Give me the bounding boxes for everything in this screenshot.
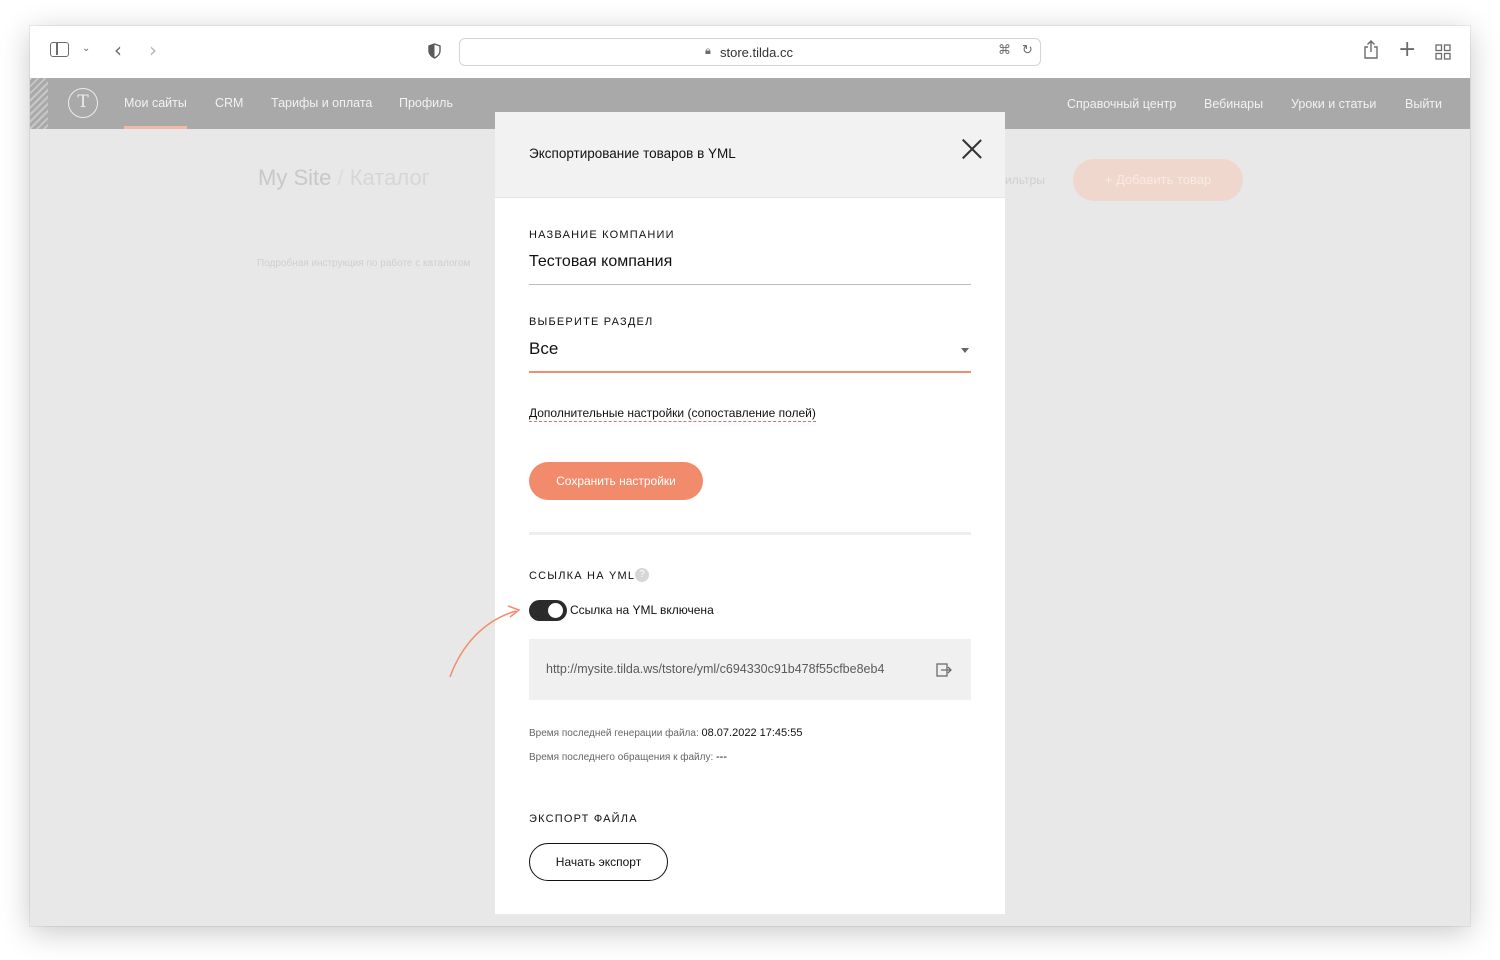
nav-item-tariffs[interactable]: Тарифы и оплата (271, 96, 372, 110)
browser-toolbar: ⌄ ‹ › 🔒︎ store.tilda.cc ⌘ ↻ + (30, 26, 1470, 78)
share-icon[interactable] (1363, 40, 1379, 60)
shield-icon[interactable] (428, 43, 441, 59)
nav-item-webinars[interactable]: Вебинары (1204, 97, 1263, 111)
section-select-underline (529, 371, 971, 373)
close-icon[interactable] (961, 138, 983, 160)
tab-overview-icon[interactable] (1435, 44, 1451, 60)
copy-icon[interactable] (935, 661, 953, 679)
nav-item-profile[interactable]: Профиль (399, 96, 453, 110)
last-access-value: --- (716, 751, 728, 763)
new-tab-icon[interactable]: + (1398, 37, 1416, 62)
company-name-label: НАЗВАНИЕ КОМПАНИИ (529, 229, 675, 241)
yml-link-toggle-label: Ссылка на YML включена (570, 603, 714, 617)
export-file-label: ЭКСПОРТ ФАЙЛА (529, 813, 638, 825)
reload-icon[interactable]: ↻ (1022, 43, 1033, 58)
add-product-button[interactable]: + Добавить товар (1073, 159, 1243, 201)
forward-icon[interactable]: › (149, 38, 157, 62)
yml-link-toggle[interactable] (529, 600, 567, 621)
modal-title: Экспортирование товаров в YML (529, 146, 736, 161)
translate-icon[interactable]: ⌘ (998, 43, 1011, 58)
address-bar[interactable]: 🔒︎ store.tilda.cc ⌘ ↻ (459, 38, 1041, 66)
nav-item-help-center[interactable]: Справочный центр (1067, 97, 1176, 111)
yml-url[interactable]: http://mysite.tilda.ws/tstore/yml/c69433… (546, 662, 884, 676)
address-url: store.tilda.cc (720, 45, 793, 60)
page-title: My Site / Каталог (258, 165, 430, 191)
tilda-logo-icon[interactable]: T (68, 88, 98, 118)
nav-item-lessons[interactable]: Уроки и статьи (1291, 97, 1376, 111)
last-access: Время последнего обращения к файлу: --- (529, 751, 727, 763)
lock-icon: 🔒︎ (705, 44, 711, 57)
last-access-label: Время последнего обращения к файлу: (529, 752, 714, 763)
nav-pattern (30, 78, 48, 129)
section-divider (529, 532, 971, 535)
last-generated-label: Время последней генерации файла: (529, 728, 699, 739)
page-title-page: Каталог (349, 165, 430, 190)
help-icon[interactable]: ? (635, 568, 649, 582)
section-label: ВЫБЕРИТЕ РАЗДЕЛ (529, 316, 654, 328)
sidebar-icon[interactable] (50, 42, 69, 57)
browser-window: ⌄ ‹ › 🔒︎ store.tilda.cc ⌘ ↻ + T Мои сайт… (30, 26, 1470, 926)
nav-item-logout[interactable]: Выйти (1405, 97, 1442, 111)
yml-url-box: http://mysite.tilda.ws/tstore/yml/c69433… (529, 639, 971, 700)
company-name-input[interactable]: Тестовая компания (529, 253, 672, 271)
export-yml-modal: Экспортирование товаров в YML НАЗВАНИЕ К… (495, 112, 1005, 914)
toggle-knob (548, 603, 563, 618)
yml-link-label: ССЫЛКА НА YML (529, 570, 636, 582)
chevron-down-icon[interactable]: ⌄ (82, 43, 90, 54)
advanced-settings-link[interactable]: Дополнительные настройки (сопоставление … (529, 406, 816, 422)
page-title-site[interactable]: My Site (258, 165, 331, 190)
save-settings-button[interactable]: Сохранить настройки (529, 462, 703, 500)
page-title-sep: / (337, 165, 344, 190)
dropdown-arrow-icon[interactable] (961, 348, 969, 353)
last-generated: Время последней генерации файла: 08.07.2… (529, 727, 802, 739)
back-icon[interactable]: ‹ (114, 38, 122, 62)
nav-item-crm[interactable]: CRM (215, 96, 243, 110)
last-generated-value: 08.07.2022 17:45:55 (701, 727, 803, 739)
catalog-hint: Подробная инструкция по работе с каталог… (257, 258, 471, 269)
nav-item-my-sites[interactable]: Мои сайты (124, 96, 187, 110)
company-name-underline (529, 284, 971, 285)
section-select[interactable]: Все (529, 339, 558, 359)
nav-active-indicator (124, 126, 187, 129)
filters-link[interactable]: ильтры (1005, 173, 1045, 187)
start-export-button[interactable]: Начать экспорт (529, 843, 668, 881)
modal-header: Экспортирование товаров в YML (495, 112, 1005, 198)
